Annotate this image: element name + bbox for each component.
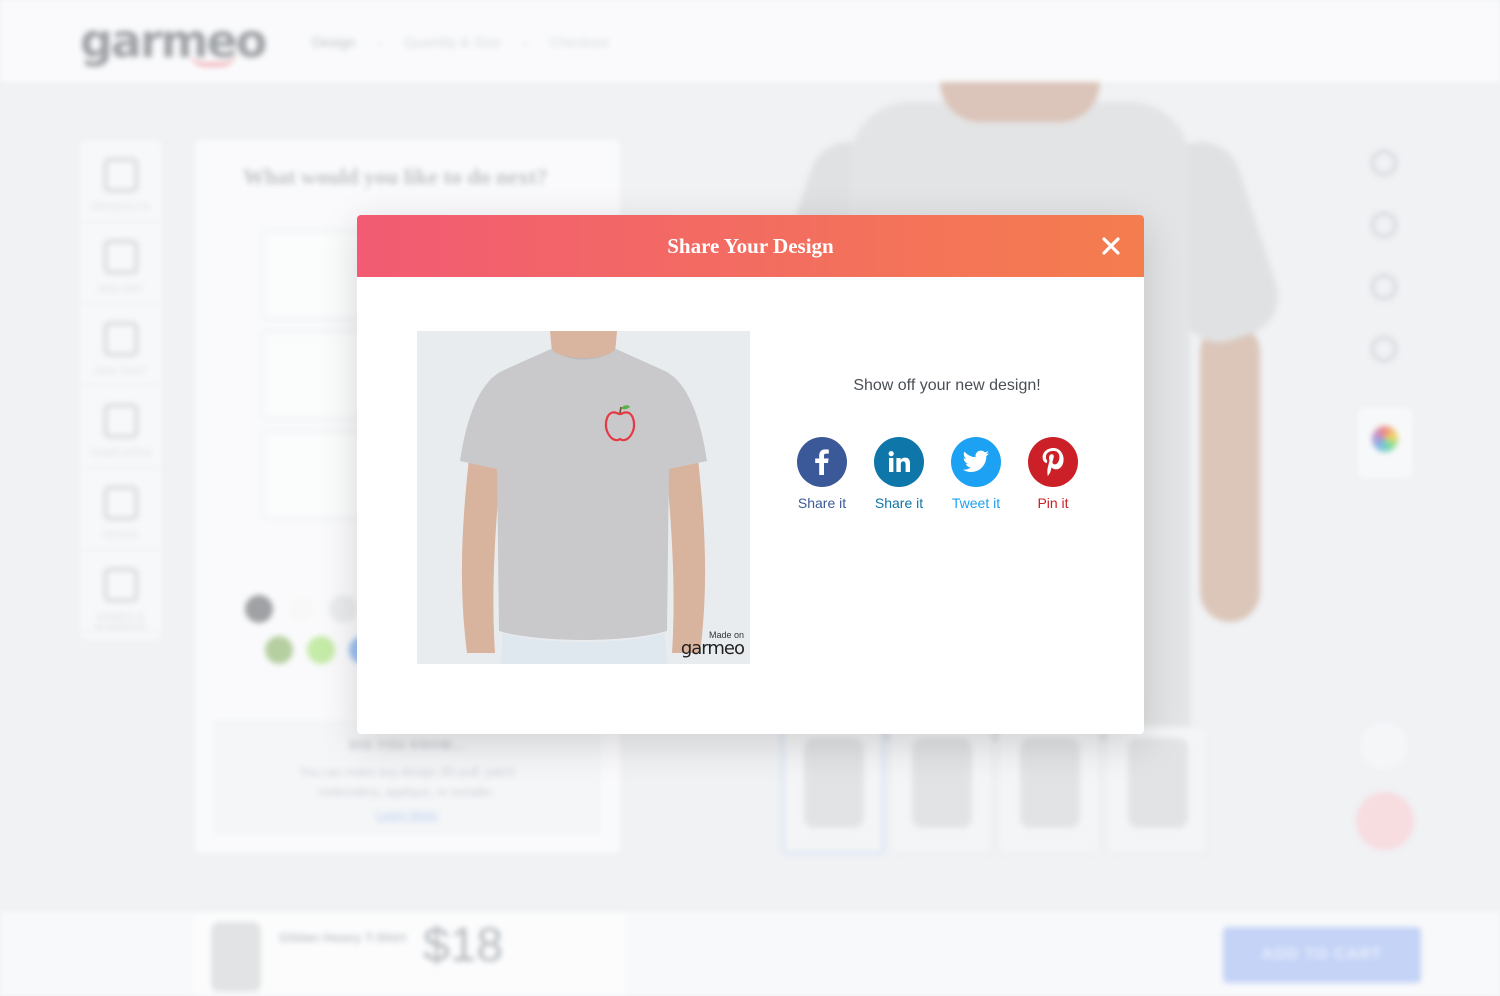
- share-options: Share it Share it Tweet it Pin it: [797, 437, 1078, 511]
- share-modal: Share Your Design Made on garmeo Show of…: [357, 215, 1144, 734]
- facebook-icon: [797, 437, 847, 487]
- share-twitter-button[interactable]: Tweet it: [951, 437, 1001, 511]
- facebook-label: Share it: [797, 495, 847, 511]
- share-prompt: Show off your new design!: [853, 377, 1041, 394]
- made-on-watermark: Made on garmeo: [680, 630, 745, 659]
- close-icon: [1102, 237, 1120, 255]
- close-button[interactable]: [1096, 231, 1126, 261]
- linkedin-label: Share it: [874, 495, 924, 511]
- modal-title: Share Your Design: [667, 234, 834, 258]
- tshirt-mockup: [460, 331, 707, 664]
- design-preview-image: Made on garmeo: [417, 331, 750, 664]
- pinterest-icon: [1028, 437, 1078, 487]
- twitter-label: Tweet it: [951, 495, 1001, 511]
- linkedin-icon: [874, 437, 924, 487]
- twitter-icon: [951, 437, 1001, 487]
- pinterest-label: Pin it: [1037, 495, 1069, 511]
- share-pinterest-button[interactable]: Pin it: [1028, 437, 1078, 511]
- share-facebook-button[interactable]: Share it: [797, 437, 847, 511]
- share-linkedin-button[interactable]: Share it: [874, 437, 924, 511]
- watermark-logo: garmeo: [680, 638, 745, 659]
- modal-header: Share Your Design: [357, 215, 1144, 277]
